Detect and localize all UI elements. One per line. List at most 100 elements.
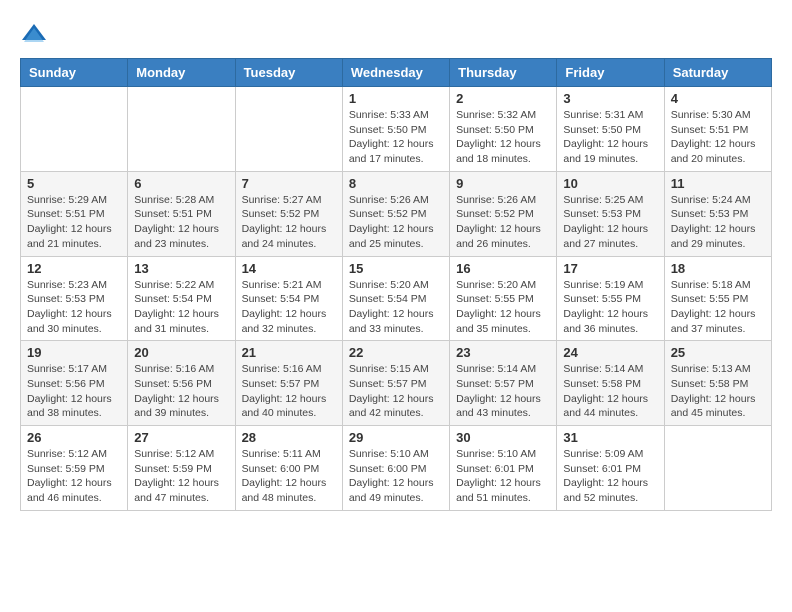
day-info: Sunrise: 5:31 AM Sunset: 5:50 PM Dayligh… <box>563 108 657 167</box>
day-number: 5 <box>27 176 121 191</box>
calendar-cell: 15 Sunrise: 5:20 AM Sunset: 5:54 PM Dayli… <box>342 256 449 341</box>
day-number: 31 <box>563 430 657 445</box>
day-info: Sunrise: 5:16 AM Sunset: 5:56 PM Dayligh… <box>134 362 228 421</box>
day-number: 21 <box>242 345 336 360</box>
week-row-5: 26Sunrise: 5:12 AM Sunset: 5:59 PM Dayli… <box>21 426 772 511</box>
day-number: 24 <box>563 345 657 360</box>
calendar-cell: 13 Sunrise: 5:22 AM Sunset: 5:54 PM Dayli… <box>128 256 235 341</box>
day-number: 14 <box>242 261 336 276</box>
day-info: Sunrise: 5:29 AM Sunset: 5:51 PM Dayligh… <box>27 193 121 252</box>
week-row-4: 19 Sunrise: 5:17 AM Sunset: 5:56 PM Dayli… <box>21 341 772 426</box>
calendar-cell: 31 Sunrise: 5:09 AM Sunset: 6:01 PM Dayli… <box>557 426 664 511</box>
calendar-cell: 1 Sunrise: 5:33 AM Sunset: 5:50 PM Daylig… <box>342 87 449 172</box>
calendar-cell: 4 Sunrise: 5:30 AM Sunset: 5:51 PM Daylig… <box>664 87 771 172</box>
day-number: 25 <box>671 345 765 360</box>
day-number: 22 <box>349 345 443 360</box>
header-tuesday: Tuesday <box>235 59 342 87</box>
day-number: 9 <box>456 176 550 191</box>
day-info: Sunrise: 5:12 AM Sunset: 5:59 PM Dayligh… <box>134 447 228 506</box>
calendar-cell: 27 Sunrise: 5:12 AM Sunset: 5:59 PM Dayli… <box>128 426 235 511</box>
day-info: Sunrise: 5:17 AM Sunset: 5:56 PM Dayligh… <box>27 362 121 421</box>
calendar-cell: 8 Sunrise: 5:26 AM Sunset: 5:52 PM Daylig… <box>342 171 449 256</box>
day-number: 13 <box>134 261 228 276</box>
calendar-cell: 5 Sunrise: 5:29 AM Sunset: 5:51 PM Daylig… <box>21 171 128 256</box>
day-info: Sunrise: 5:33 AM Sunset: 5:50 PM Dayligh… <box>349 108 443 167</box>
calendar-cell: 14 Sunrise: 5:21 AM Sunset: 5:54 PM Dayli… <box>235 256 342 341</box>
day-info: Sunrise: 5:25 AM Sunset: 5:53 PM Dayligh… <box>563 193 657 252</box>
day-number: 19 <box>27 345 121 360</box>
calendar-cell: 20 Sunrise: 5:16 AM Sunset: 5:56 PM Dayli… <box>128 341 235 426</box>
day-info: Sunrise: 5:15 AM Sunset: 5:57 PM Dayligh… <box>349 362 443 421</box>
calendar-cell: 18 Sunrise: 5:18 AM Sunset: 5:55 PM Dayli… <box>664 256 771 341</box>
day-info: Sunrise: 5:10 AM Sunset: 6:00 PM Dayligh… <box>349 447 443 506</box>
day-info: Sunrise: 5:20 AM Sunset: 5:54 PM Dayligh… <box>349 278 443 337</box>
week-row-3: 12Sunrise: 5:23 AM Sunset: 5:53 PM Dayli… <box>21 256 772 341</box>
calendar-cell: 30 Sunrise: 5:10 AM Sunset: 6:01 PM Dayli… <box>450 426 557 511</box>
day-number: 4 <box>671 91 765 106</box>
week-row-2: 5 Sunrise: 5:29 AM Sunset: 5:51 PM Daylig… <box>21 171 772 256</box>
day-number: 7 <box>242 176 336 191</box>
calendar-cell: 7 Sunrise: 5:27 AM Sunset: 5:52 PM Daylig… <box>235 171 342 256</box>
calendar-cell: 23Sunrise: 5:14 AM Sunset: 5:57 PM Dayli… <box>450 341 557 426</box>
day-number: 2 <box>456 91 550 106</box>
day-info: Sunrise: 5:19 AM Sunset: 5:55 PM Dayligh… <box>563 278 657 337</box>
page-header <box>20 20 772 48</box>
day-info: Sunrise: 5:26 AM Sunset: 5:52 PM Dayligh… <box>456 193 550 252</box>
day-info: Sunrise: 5:13 AM Sunset: 5:58 PM Dayligh… <box>671 362 765 421</box>
day-info: Sunrise: 5:21 AM Sunset: 5:54 PM Dayligh… <box>242 278 336 337</box>
day-number: 6 <box>134 176 228 191</box>
day-number: 11 <box>671 176 765 191</box>
day-info: Sunrise: 5:23 AM Sunset: 5:53 PM Dayligh… <box>27 278 121 337</box>
calendar-header-row: SundayMondayTuesdayWednesdayThursdayFrid… <box>21 59 772 87</box>
day-info: Sunrise: 5:28 AM Sunset: 5:51 PM Dayligh… <box>134 193 228 252</box>
calendar-cell: 25 Sunrise: 5:13 AM Sunset: 5:58 PM Dayli… <box>664 341 771 426</box>
calendar-cell <box>664 426 771 511</box>
day-info: Sunrise: 5:26 AM Sunset: 5:52 PM Dayligh… <box>349 193 443 252</box>
day-info: Sunrise: 5:20 AM Sunset: 5:55 PM Dayligh… <box>456 278 550 337</box>
day-number: 16 <box>456 261 550 276</box>
calendar-cell <box>21 87 128 172</box>
day-number: 28 <box>242 430 336 445</box>
week-row-1: 1 Sunrise: 5:33 AM Sunset: 5:50 PM Daylig… <box>21 87 772 172</box>
calendar-cell: 29 Sunrise: 5:10 AM Sunset: 6:00 PM Dayli… <box>342 426 449 511</box>
day-info: Sunrise: 5:27 AM Sunset: 5:52 PM Dayligh… <box>242 193 336 252</box>
calendar-cell: 6 Sunrise: 5:28 AM Sunset: 5:51 PM Daylig… <box>128 171 235 256</box>
day-number: 23 <box>456 345 550 360</box>
calendar-cell: 9 Sunrise: 5:26 AM Sunset: 5:52 PM Daylig… <box>450 171 557 256</box>
day-info: Sunrise: 5:24 AM Sunset: 5:53 PM Dayligh… <box>671 193 765 252</box>
day-number: 10 <box>563 176 657 191</box>
calendar-table: SundayMondayTuesdayWednesdayThursdayFrid… <box>20 58 772 511</box>
header-monday: Monday <box>128 59 235 87</box>
calendar-cell: 12Sunrise: 5:23 AM Sunset: 5:53 PM Dayli… <box>21 256 128 341</box>
calendar-cell <box>128 87 235 172</box>
day-number: 29 <box>349 430 443 445</box>
calendar-cell: 10 Sunrise: 5:25 AM Sunset: 5:53 PM Dayli… <box>557 171 664 256</box>
day-info: Sunrise: 5:09 AM Sunset: 6:01 PM Dayligh… <box>563 447 657 506</box>
calendar-cell <box>235 87 342 172</box>
day-info: Sunrise: 5:10 AM Sunset: 6:01 PM Dayligh… <box>456 447 550 506</box>
logo <box>20 20 52 48</box>
day-number: 27 <box>134 430 228 445</box>
header-thursday: Thursday <box>450 59 557 87</box>
day-number: 3 <box>563 91 657 106</box>
day-info: Sunrise: 5:18 AM Sunset: 5:55 PM Dayligh… <box>671 278 765 337</box>
logo-icon <box>20 20 48 48</box>
day-number: 15 <box>349 261 443 276</box>
day-info: Sunrise: 5:30 AM Sunset: 5:51 PM Dayligh… <box>671 108 765 167</box>
header-friday: Friday <box>557 59 664 87</box>
calendar-cell: 24Sunrise: 5:14 AM Sunset: 5:58 PM Dayli… <box>557 341 664 426</box>
calendar-cell: 22 Sunrise: 5:15 AM Sunset: 5:57 PM Dayli… <box>342 341 449 426</box>
day-info: Sunrise: 5:12 AM Sunset: 5:59 PM Dayligh… <box>27 447 121 506</box>
calendar-cell: 19 Sunrise: 5:17 AM Sunset: 5:56 PM Dayli… <box>21 341 128 426</box>
day-info: Sunrise: 5:22 AM Sunset: 5:54 PM Dayligh… <box>134 278 228 337</box>
calendar-cell: 16 Sunrise: 5:20 AM Sunset: 5:55 PM Dayli… <box>450 256 557 341</box>
day-number: 18 <box>671 261 765 276</box>
day-info: Sunrise: 5:32 AM Sunset: 5:50 PM Dayligh… <box>456 108 550 167</box>
day-number: 8 <box>349 176 443 191</box>
calendar-cell: 21Sunrise: 5:16 AM Sunset: 5:57 PM Dayli… <box>235 341 342 426</box>
calendar-cell: 3 Sunrise: 5:31 AM Sunset: 5:50 PM Daylig… <box>557 87 664 172</box>
day-number: 20 <box>134 345 228 360</box>
day-number: 1 <box>349 91 443 106</box>
day-number: 30 <box>456 430 550 445</box>
header-saturday: Saturday <box>664 59 771 87</box>
